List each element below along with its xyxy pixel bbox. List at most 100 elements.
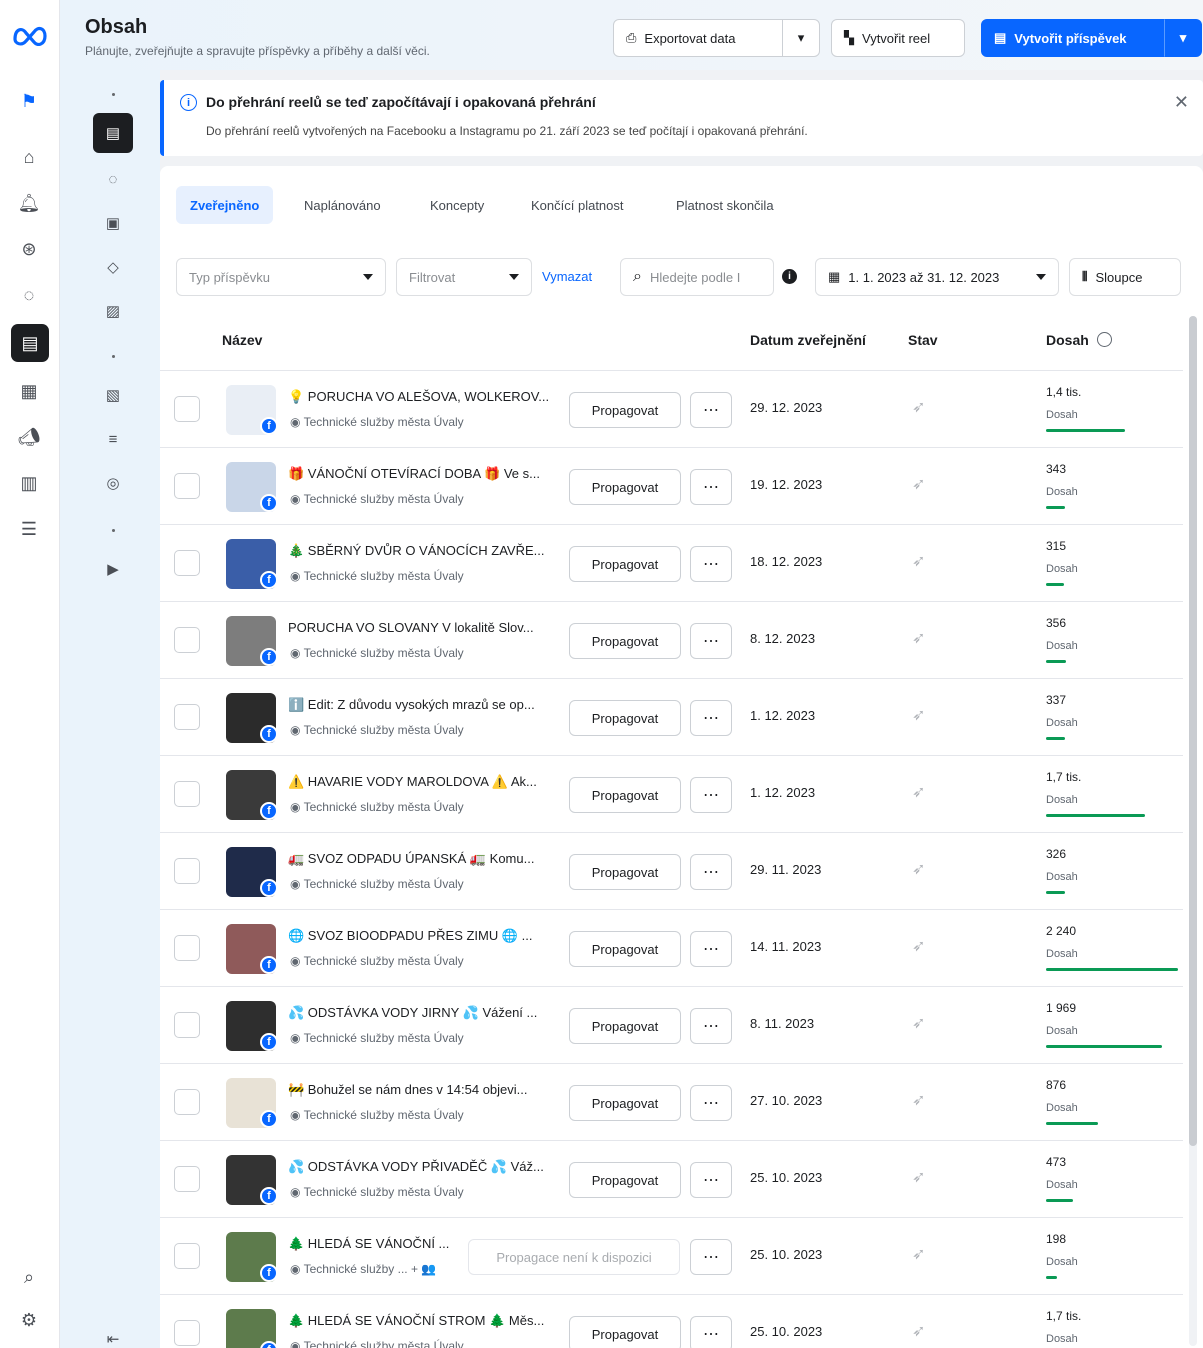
column-header-status[interactable]: Stav bbox=[908, 332, 938, 348]
promote-button[interactable]: Propagovat bbox=[569, 392, 681, 428]
more-options-button[interactable]: ⋯ bbox=[690, 700, 732, 736]
more-options-button[interactable]: ⋯ bbox=[690, 854, 732, 890]
post-title[interactable]: 🚧 Bohužel se nám dnes v 14:54 objevi... bbox=[288, 1082, 560, 1098]
promote-button[interactable]: Propagovat bbox=[569, 1162, 681, 1198]
row-checkbox[interactable] bbox=[174, 1243, 200, 1269]
tab-drafts[interactable]: Koncepty bbox=[416, 186, 498, 224]
planner-icon[interactable]: ▦ bbox=[14, 376, 44, 406]
row-checkbox[interactable] bbox=[174, 781, 200, 807]
row-checkbox[interactable] bbox=[174, 473, 200, 499]
tab-published[interactable]: Zveřejněno bbox=[176, 186, 274, 224]
more-options-button[interactable]: ⋯ bbox=[690, 1239, 732, 1275]
post-title[interactable]: 💡 PORUCHA VO ALEŠOVA, WOLKEROV... bbox=[288, 389, 560, 405]
promote-button[interactable]: Propagovat bbox=[569, 469, 681, 505]
row-checkbox[interactable] bbox=[174, 1089, 200, 1115]
more-options-button[interactable]: ⋯ bbox=[690, 623, 732, 659]
row-checkbox[interactable] bbox=[174, 1012, 200, 1038]
more-options-button[interactable]: ⋯ bbox=[690, 777, 732, 813]
table-row[interactable]: f🌲 HLEDÁ SE VÁNOČNÍ STROM 🌲 Měs...◉ Tech… bbox=[160, 1294, 1183, 1348]
tab-expired[interactable]: Platnost skončila bbox=[662, 186, 788, 224]
post-title[interactable]: 🎁 VÁNOČNÍ OTEVÍRACÍ DOBA 🎁 Ve s... bbox=[288, 466, 560, 482]
more-options-button[interactable]: ⋯ bbox=[690, 1085, 732, 1121]
column-header-published[interactable]: Datum zveřejnění bbox=[750, 332, 866, 348]
table-row[interactable]: f ℹ️ Edit: Z důvodu vysokých mrazů se op.… bbox=[160, 678, 1183, 755]
clips-icon[interactable]: ▨ bbox=[100, 298, 126, 324]
table-row[interactable]: f 🎄 SBĚRNÝ DVŮR O VÁNOCÍCH ZAVŘE... ◉ Tech… bbox=[160, 524, 1183, 601]
filter-select[interactable]: Filtrovat bbox=[396, 258, 532, 296]
row-checkbox[interactable] bbox=[174, 1320, 200, 1346]
table-row[interactable]: f 🎁 VÁNOČNÍ OTEVÍRACÍ DOBA 🎁 Ve s... ◉ Tec… bbox=[160, 447, 1183, 524]
mentions-icon[interactable]: ▣ bbox=[100, 210, 126, 236]
more-options-button[interactable]: ⋯ bbox=[690, 1316, 732, 1348]
content-icon[interactable]: ▤ bbox=[11, 324, 49, 362]
scrollbar-thumb[interactable] bbox=[1189, 316, 1197, 1146]
promote-button[interactable]: Propagovat bbox=[569, 931, 681, 967]
post-title[interactable]: PORUCHA VO SLOVANY V lokalitě Slov... bbox=[288, 620, 560, 635]
sound-icon[interactable]: ◎ bbox=[100, 470, 126, 496]
info-icon[interactable] bbox=[1096, 332, 1112, 347]
close-icon[interactable]: ✕ bbox=[1174, 92, 1189, 113]
post-title[interactable]: ⚠️ HAVARIE VODY MAROLDOVA ⚠️ Ak... bbox=[288, 774, 560, 790]
menu-icon[interactable]: ☰ bbox=[14, 514, 44, 544]
table-row[interactable]: f 🌐 SVOZ BIOODPADU PŘES ZIMU 🌐 ... ◉ Techn… bbox=[160, 909, 1183, 986]
column-header-reach[interactable]: Dosah bbox=[1046, 332, 1112, 348]
table-row[interactable]: f 🌲 HLEDÁ SE VÁNOČNÍ ... ◉ Technické služb… bbox=[160, 1217, 1183, 1294]
row-checkbox[interactable] bbox=[174, 550, 200, 576]
table-row[interactable]: f ⚠️ HAVARIE VODY MAROLDOVA ⚠️ Ak... ◉ Tec… bbox=[160, 755, 1183, 832]
table-row[interactable]: f PORUCHA VO SLOVANY V lokalitě Slov... ◉ … bbox=[160, 601, 1183, 678]
more-options-button[interactable]: ⋯ bbox=[690, 392, 732, 428]
home-icon[interactable]: ⌂ bbox=[14, 142, 44, 172]
media-icon[interactable]: ▧ bbox=[100, 382, 126, 408]
reels-icon[interactable]: ◌ bbox=[100, 166, 126, 192]
meta-logo-icon[interactable] bbox=[12, 24, 48, 46]
promote-button[interactable]: Propagovat bbox=[569, 546, 681, 582]
post-title[interactable]: 🎄 SBĚRNÝ DVŮR O VÁNOCÍCH ZAVŘE... bbox=[288, 543, 560, 559]
ads-icon[interactable]: 📣︎ bbox=[14, 422, 44, 452]
collapse-icon[interactable]: ⇤ bbox=[100, 1326, 126, 1348]
promote-button[interactable]: Propagovat bbox=[569, 1008, 681, 1044]
date-range-picker[interactable]: ▦ 1. 1. 2023 až 31. 12. 2023 bbox=[815, 258, 1059, 296]
promote-button[interactable]: Propagovat bbox=[569, 777, 681, 813]
promote-button[interactable]: Propagovat bbox=[569, 1085, 681, 1121]
search-icon[interactable]: ⌕ bbox=[14, 1262, 44, 1292]
post-title[interactable]: 🌐 SVOZ BIOODPADU PŘES ZIMU 🌐 ... bbox=[288, 928, 560, 944]
export-data-button[interactable]: ⎙ Exportovat data bbox=[613, 19, 783, 57]
notifications-icon[interactable]: 🔔︎ bbox=[14, 188, 44, 218]
search-input[interactable]: ⌕ Hledejte podle I bbox=[620, 258, 774, 296]
post-title[interactable]: 💦 ODSTÁVKA VODY JIRNY 💦 Vážení ... bbox=[288, 1005, 560, 1021]
more-options-button[interactable]: ⋯ bbox=[690, 931, 732, 967]
post-title[interactable]: 🚛 SVOZ ODPADU ÚPANSKÁ 🚛 Komu... bbox=[288, 851, 560, 867]
tags-icon[interactable]: ◇ bbox=[100, 254, 126, 280]
row-checkbox[interactable] bbox=[174, 858, 200, 884]
promote-button[interactable]: Propagovat bbox=[569, 854, 681, 890]
tab-expiring[interactable]: Končící platnost bbox=[517, 186, 638, 224]
row-checkbox[interactable] bbox=[174, 704, 200, 730]
table-row[interactable]: f 💡 PORUCHA VO ALEŠOVA, WOLKEROV... ◉ Tech… bbox=[160, 370, 1183, 447]
dashboard-icon[interactable]: ⊛ bbox=[14, 234, 44, 264]
create-post-dropdown-button[interactable]: ▾ bbox=[1164, 19, 1202, 57]
post-title[interactable]: 💦 ODSTÁVKA VODY PŘIVADĚČ 💦 Váž... bbox=[288, 1159, 560, 1175]
promote-button[interactable]: Propagovat bbox=[569, 700, 681, 736]
info-icon[interactable]: i bbox=[782, 269, 797, 284]
table-row[interactable]: f 💦 ODSTÁVKA VODY JIRNY 💦 Vážení ... ◉ Tec… bbox=[160, 986, 1183, 1063]
table-row[interactable]: f 🚧 Bohužel se nám dnes v 14:54 objevi...… bbox=[160, 1063, 1183, 1140]
promote-button[interactable]: Propagovat bbox=[569, 1316, 681, 1348]
create-post-button[interactable]: ▤ Vytvořit příspěvek bbox=[981, 19, 1164, 57]
playlist-icon[interactable]: ≡ bbox=[100, 426, 126, 452]
table-row[interactable]: f 🚛 SVOZ ODPADU ÚPANSKÁ 🚛 Komu... ◉ Techni… bbox=[160, 832, 1183, 909]
clear-filters-link[interactable]: Vymazat bbox=[542, 269, 592, 284]
table-row[interactable]: f 💦 ODSTÁVKA VODY PŘIVADĚČ 💦 Váž... ◉ Tech… bbox=[160, 1140, 1183, 1217]
post-title[interactable]: 🌲 HLEDÁ SE VÁNOČNÍ STROM 🌲 Měs... bbox=[288, 1313, 560, 1329]
video-icon[interactable]: ▶ bbox=[100, 556, 126, 582]
more-options-button[interactable]: ⋯ bbox=[690, 469, 732, 505]
activity-icon[interactable]: ◌ bbox=[14, 280, 44, 310]
row-checkbox[interactable] bbox=[174, 627, 200, 653]
tab-scheduled[interactable]: Naplánováno bbox=[290, 186, 395, 224]
row-checkbox[interactable] bbox=[174, 1166, 200, 1192]
create-reel-button[interactable]: ▚ Vytvořit reel bbox=[831, 19, 965, 57]
promote-button[interactable]: Propagovat bbox=[569, 623, 681, 659]
business-suite-icon[interactable]: ⚑ bbox=[14, 86, 44, 116]
more-options-button[interactable]: ⋯ bbox=[690, 1008, 732, 1044]
row-checkbox[interactable] bbox=[174, 935, 200, 961]
posts-stories-icon[interactable]: ▤ bbox=[93, 113, 133, 153]
